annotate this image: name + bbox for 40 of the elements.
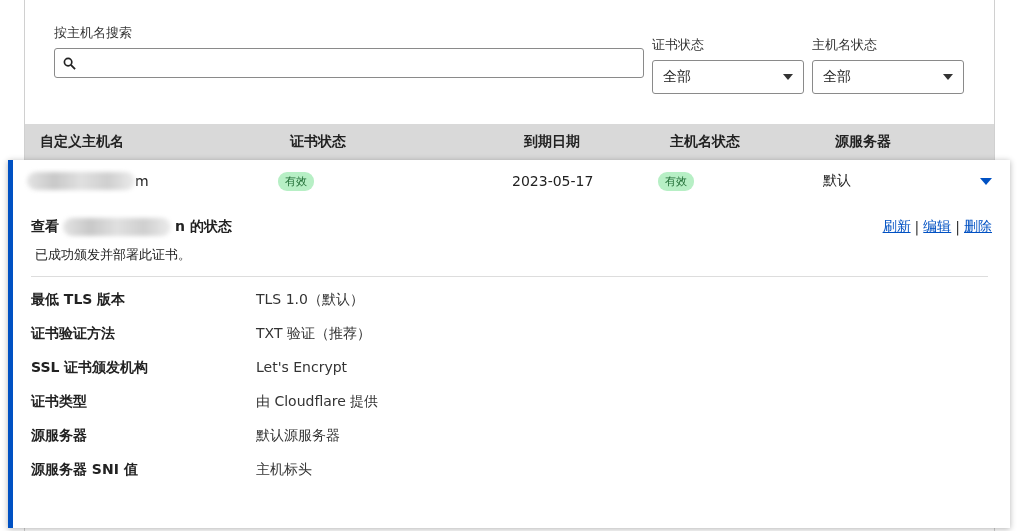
field-value: TXT 验证（推荐） <box>256 325 372 343</box>
column-header: 证书状态 <box>290 133 347 151</box>
caret-icon <box>943 74 953 80</box>
filter-label: 证书状态 <box>652 36 705 54</box>
filter-label: 主机名状态 <box>812 36 878 54</box>
action-link[interactable]: 删除 <box>964 218 992 236</box>
field-value: 默认源服务器 <box>256 427 341 445</box>
status-badge: 有效 <box>278 171 314 191</box>
field-label: SSL 证书颁发机构 <box>31 359 150 377</box>
link-separator: | <box>955 219 960 235</box>
field-value: 主机标头 <box>256 461 313 479</box>
detail-title: 查看 <box>31 218 59 236</box>
field-label: 证书类型 <box>31 393 88 411</box>
origin-cell-text: 默认 <box>823 172 852 190</box>
search-icon <box>63 56 76 70</box>
column-header: 主机名状态 <box>670 133 741 151</box>
hostname-cell: m <box>135 173 149 189</box>
column-header: 源服务器 <box>835 133 892 151</box>
search-label: 按主机名搜索 <box>54 24 133 42</box>
field-label: 源服务器 SNI 值 <box>31 461 139 479</box>
link-separator: | <box>914 219 920 235</box>
expiry-cell-text: 2023-05-17 <box>512 173 595 189</box>
search-field[interactable] <box>54 48 644 78</box>
status-message: 已成功颁发并部署此证书。 <box>35 246 192 264</box>
field-value: 由 Cloudflare 提供 <box>256 393 380 411</box>
detail-title: n 的状态 <box>175 218 232 236</box>
field-label: 源服务器 <box>31 427 88 445</box>
field-value: Let's Encrypt <box>256 359 349 377</box>
field-label: 最低 TLS 版本 <box>31 291 127 309</box>
status-badge: 有效 <box>658 171 694 191</box>
action-link[interactable]: 编辑 <box>923 218 952 236</box>
field-value: TLS 1.0（默认） <box>256 291 365 309</box>
action-link[interactable]: 刷新 <box>882 218 911 236</box>
caret-icon <box>783 74 793 80</box>
filter-select[interactable]: 全部 <box>812 60 964 94</box>
column-header: 到期日期 <box>524 133 581 151</box>
filter-select[interactable]: 全部 <box>652 60 804 94</box>
field-label: 证书验证方法 <box>31 325 116 343</box>
caret-icon[interactable] <box>980 177 992 185</box>
column-header: 自定义主机名 <box>40 133 125 151</box>
